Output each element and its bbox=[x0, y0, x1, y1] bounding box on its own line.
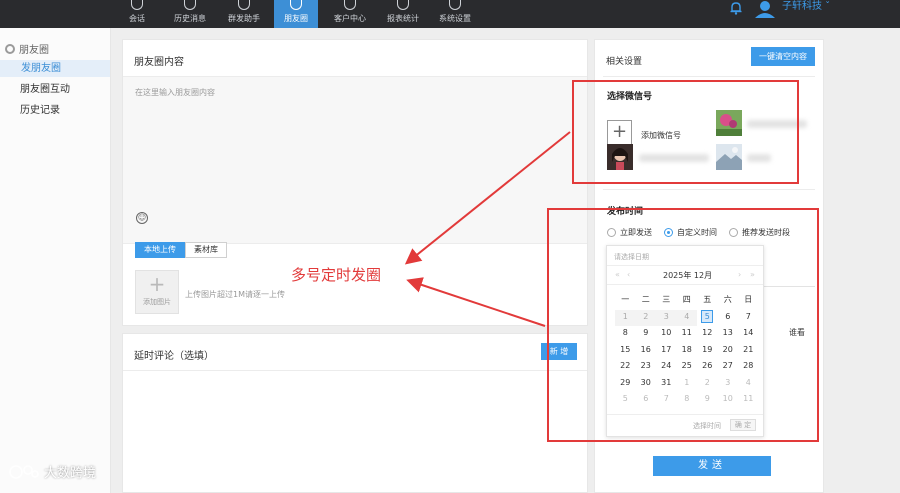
annotation-text: 多号定时发圈 bbox=[291, 266, 382, 284]
arrow-to-publish-time bbox=[406, 277, 546, 327]
annotation-arrows bbox=[404, 131, 571, 327]
watermark-logo-icon bbox=[9, 464, 39, 479]
arrow-to-wechat bbox=[404, 131, 571, 265]
watermark: 大数跨境 bbox=[8, 462, 96, 481]
watermark-text: 大数跨境 bbox=[44, 466, 97, 481]
